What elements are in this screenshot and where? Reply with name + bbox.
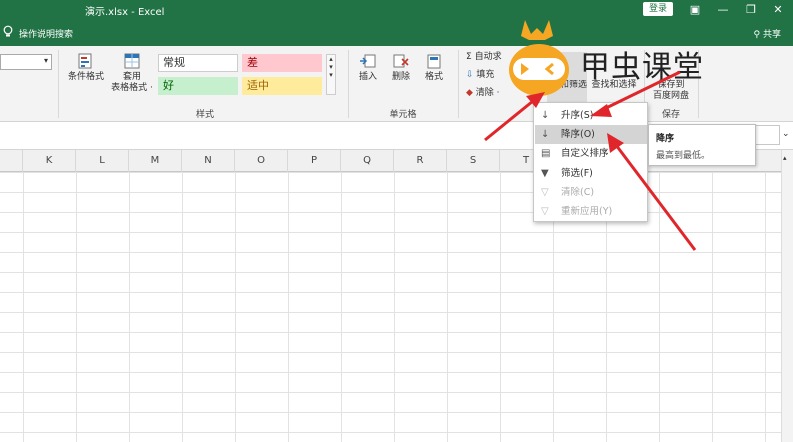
menu-item-sort-descending[interactable]: ↓ 降序(O)	[535, 125, 647, 144]
group-separator	[348, 50, 349, 118]
styles-group-label: 样式	[195, 110, 214, 120]
watermark-text: 甲虫课堂	[580, 50, 704, 85]
sort-ascending-icon: ↓	[541, 110, 550, 121]
share-button[interactable]: ⚲ 共享	[754, 27, 781, 40]
sort-filter-menu: ↓ 升序(S) ↓ 降序(O) ▤ 自定义排序 ▼ 筛选(F) ▽ 清除(C) …	[533, 102, 648, 222]
fill-button[interactable]: ⇩ 填充	[466, 70, 494, 81]
cell-style-bad[interactable]: 差	[242, 54, 322, 72]
sort-descending-icon: ↓	[541, 129, 550, 140]
corner-cell[interactable]	[0, 150, 23, 172]
menu-item-filter[interactable]: ▼ 筛选(F)	[535, 164, 647, 183]
column-header[interactable]: R	[394, 150, 447, 172]
person-icon: ⚲	[753, 30, 763, 40]
column-header[interactable]: K	[23, 150, 76, 172]
delete-button[interactable]: 删除	[386, 52, 416, 83]
reapply-filter-icon: ▽	[541, 206, 549, 217]
menu-item-label: 重新应用(Y)	[561, 206, 613, 217]
menu-item-clear[interactable]: ▽ 清除(C)	[535, 183, 647, 202]
autosum-label: 自动求	[474, 52, 502, 62]
tell-me-search[interactable]: 操作说明搜索	[19, 27, 73, 40]
delete-cells-icon	[392, 52, 410, 70]
table-format-icon	[123, 52, 141, 70]
tooltip-title: 降序	[656, 134, 675, 144]
worksheet-grid[interactable]	[0, 172, 781, 442]
conditional-format-button[interactable]: 条件格式	[62, 52, 110, 83]
column-header[interactable]: Q	[341, 150, 394, 172]
column-header[interactable]: P	[288, 150, 341, 172]
menu-item-label: 降序(O)	[561, 129, 595, 140]
fill-down-icon: ⇩	[466, 70, 477, 80]
menu-item-sort-ascending[interactable]: ↓ 升序(S)	[535, 106, 647, 125]
scroll-up-icon[interactable]: ▴	[783, 154, 787, 162]
column-header[interactable]: L	[76, 150, 129, 172]
delete-label: 删除	[391, 72, 410, 82]
conditional-format-icon	[77, 52, 95, 70]
format-cells-icon	[425, 52, 443, 70]
insert-cells-icon	[359, 52, 377, 70]
styles-scroll[interactable]: ▴ ▾ ▾	[326, 54, 336, 95]
expand-formula-icon[interactable]: ⌄	[782, 129, 790, 139]
menu-item-label: 筛选(F)	[561, 168, 593, 179]
save-group-label: 保存	[661, 110, 680, 120]
menu-item-label: 清除(C)	[561, 187, 595, 198]
table-format-button[interactable]: 套用 表格格式 ·	[108, 52, 156, 94]
cells-group-label: 单元格	[389, 110, 417, 120]
eraser-icon: ◆	[466, 88, 476, 98]
restore-button[interactable]: ❐	[740, 1, 762, 18]
group-separator	[458, 50, 459, 118]
menu-item-custom-sort[interactable]: ▤ 自定义排序	[535, 144, 647, 163]
insert-button[interactable]: 插入	[353, 52, 383, 83]
table-format-label-2: 表格格式 ·	[111, 83, 153, 93]
fill-label: 填充	[476, 70, 495, 80]
column-header[interactable]: M	[129, 150, 182, 172]
group-separator	[58, 50, 59, 118]
menu-item-reapply[interactable]: ▽ 重新应用(Y)	[535, 202, 647, 221]
clear-button[interactable]: ◆ 清除 ·	[466, 88, 500, 99]
lightbulb-icon	[3, 25, 13, 41]
menu-item-label: 升序(S)	[561, 110, 594, 121]
beetle-logo-icon	[509, 20, 569, 96]
column-header[interactable]: N	[182, 150, 235, 172]
format-label: 格式	[424, 72, 443, 82]
filter-icon: ▼	[541, 168, 549, 179]
tooltip-description: 最高到最低。	[656, 151, 711, 161]
cell-style-normal[interactable]: 常规	[158, 54, 238, 72]
share-label: 共享	[762, 30, 781, 40]
sigma-icon: Σ	[466, 52, 475, 62]
clear-filter-icon: ▽	[541, 187, 549, 198]
font-size-box[interactable]: ▾	[0, 54, 52, 70]
cell-style-neutral[interactable]: 适中	[242, 77, 322, 95]
format-button[interactable]: 格式	[419, 52, 449, 83]
cell-style-good[interactable]: 好	[158, 77, 238, 95]
clear-label: 清除 ·	[475, 88, 500, 98]
autosum-button[interactable]: Σ 自动求	[466, 52, 502, 63]
menu-item-label: 自定义排序	[561, 148, 609, 159]
watermark: 甲虫课堂	[505, 14, 735, 100]
column-header[interactable]: O	[235, 150, 288, 172]
insert-label: 插入	[358, 72, 377, 82]
column-header[interactable]: S	[447, 150, 500, 172]
custom-sort-icon: ▤	[541, 148, 551, 159]
conditional-format-label: 条件格式	[67, 72, 104, 82]
window-title: 演示.xlsx - Excel	[85, 7, 165, 18]
tooltip: 降序 最高到最低。	[648, 124, 756, 166]
close-button[interactable]: ✕	[767, 1, 789, 18]
table-format-label-1: 套用	[122, 72, 141, 82]
vertical-scrollbar[interactable]: ▴	[781, 150, 793, 442]
